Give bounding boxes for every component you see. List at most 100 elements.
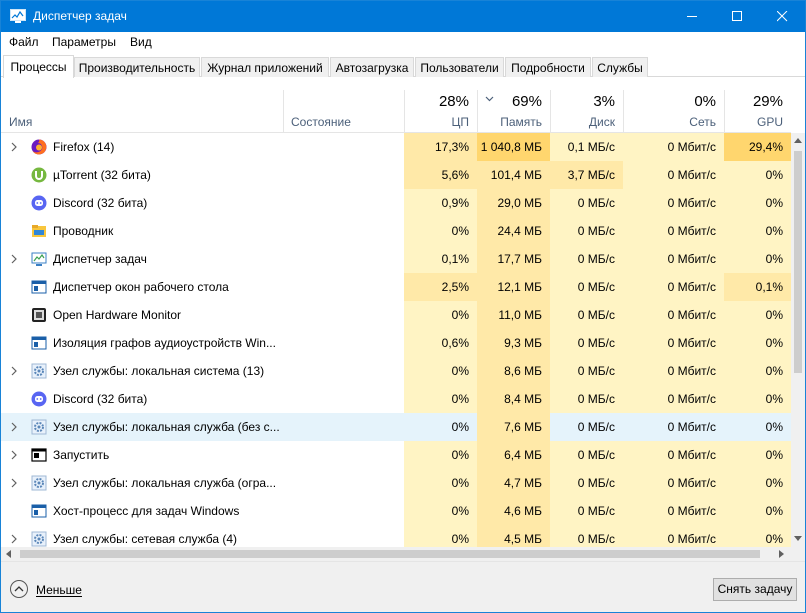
fewer-details-link[interactable]: Меньше [36,583,82,597]
task-manager-app-icon [10,9,26,23]
title-bar[interactable]: Диспетчер задач [1,1,805,32]
mem-value: 11,0 МБ [477,301,550,329]
gpu-value: 0% [724,245,791,273]
maximize-icon [732,11,742,21]
tab-startup[interactable]: Автозагрузка [330,57,414,77]
process-row[interactable]: Проводник 0% 24,4 МБ 0 МБ/с 0 Мбит/с 0% [1,217,791,245]
minimize-button[interactable] [670,1,715,32]
minimize-icon [687,16,697,17]
cpu-value: 2,5% [404,273,477,301]
mem-value: 4,5 МБ [477,525,550,547]
scroll-corner [791,547,805,561]
gpu-value: 29,4% [724,133,791,161]
net-value: 0 Мбит/с [623,161,724,189]
mem-value: 8,4 МБ [477,385,550,413]
expand-chevron-right-icon[interactable] [10,366,18,376]
mem-value: 17,7 МБ [477,245,550,273]
process-row[interactable]: Запустить 0% 6,4 МБ 0 МБ/с 0 Мбит/с 0% [1,441,791,469]
expand-chevron-right-icon[interactable] [10,142,18,152]
column-name[interactable]: Имя [9,115,32,129]
close-icon [777,11,788,22]
close-button[interactable] [760,1,805,32]
horizontal-scrollbar[interactable] [1,547,791,561]
scroll-up-icon[interactable] [794,138,802,144]
process-row[interactable]: Discord (32 бита) 0% 8,4 МБ 0 МБ/с 0 Мбит/с 0… [1,385,791,413]
end-task-button[interactable]: Снять задачу [713,578,797,601]
dwm-icon [31,279,47,295]
run-icon [31,447,47,463]
memory-total: 69% [511,93,542,110]
process-row[interactable]: Discord (32 бита) 0,9% 29,0 МБ 0 МБ/с 0 Мбит… [1,189,791,217]
process-name: Узел службы: локальная служба (без с... [53,420,280,434]
maximize-button[interactable] [715,1,760,32]
vertical-scrollbar[interactable] [791,133,805,547]
scroll-right-icon[interactable] [779,550,785,558]
process-row[interactable]: Open Hardware Monitor 0% 11,0 МБ 0 МБ/с 0 Мб… [1,301,791,329]
process-row[interactable]: Изоляция графов аудиоустройств Win... 0,6… [1,329,791,357]
expand-chevron-right-icon[interactable] [10,534,18,544]
disk-label: Диск [588,115,615,129]
horizontal-scroll-thumb[interactable] [20,550,760,558]
process-name: Узел службы: локальная система (13) [53,364,265,378]
gpu-value: 0% [724,357,791,385]
expand-chevron-right-icon[interactable] [10,422,18,432]
process-row[interactable]: Узел службы: локальная служба (огра... 0%… [1,469,791,497]
process-row[interactable]: Диспетчер окон рабочего стола 2,5% 12,1 МБ… [1,273,791,301]
mem-value: 4,6 МБ [477,497,550,525]
column-state-cell[interactable]: Состояние [283,90,404,133]
mem-value: 6,4 МБ [477,441,550,469]
net-value: 0 Мбит/с [623,301,724,329]
tab-app-history[interactable]: Журнал приложений [201,57,329,77]
tab-performance[interactable]: Производительность [74,57,200,77]
cpu-value: 5,6% [404,161,477,189]
task-manager-window: Диспетчер задач Файл Параметры Вид Проце… [0,0,806,613]
net-value: 0 Мбит/с [623,329,724,357]
disk-value: 0 МБ/с [550,525,623,547]
tab-details[interactable]: Подробности [505,57,591,77]
column-gpu[interactable]: 29% GPU [724,90,791,133]
process-name: Discord (32 бита) [53,196,148,210]
collapse-chevron-up-icon[interactable] [10,580,28,598]
scroll-down-icon[interactable] [794,536,802,542]
process-row[interactable]: Хост-процесс для задач Windows 0% 4,6 МБ 0 … [1,497,791,525]
scroll-left-icon[interactable] [6,550,12,558]
column-network[interactable]: 0% Сеть [623,90,724,133]
cpu-value: 0% [404,497,477,525]
footer-bar: Меньше Снять задачу [1,561,805,612]
mem-value: 8,6 МБ [477,357,550,385]
tab-users[interactable]: Пользователи [415,57,504,77]
service-gear-icon [31,531,47,547]
menu-bar: Файл Параметры Вид [1,32,805,52]
net-value: 0 Мбит/с [623,469,724,497]
menu-view[interactable]: Вид [130,35,152,49]
process-row[interactable]: Диспетчер задач 0,1% 17,7 МБ 0 МБ/с 0 Мбит/с… [1,245,791,273]
process-row[interactable]: Узел службы: сетевая служба (4) 0% 4,5 МБ 0… [1,525,791,547]
process-name: µTorrent (32 бита) [53,168,151,182]
column-memory[interactable]: 69% Память [477,90,550,133]
process-row[interactable]: Firefox (14) 17,3% 1 040,8 МБ 0,1 МБ/с 0 Мби… [1,133,791,161]
vertical-scroll-thumb[interactable] [794,151,802,373]
net-value: 0 Мбит/с [623,497,724,525]
menu-params[interactable]: Параметры [52,35,116,49]
net-value: 0 Мбит/с [623,273,724,301]
process-row[interactable]: Узел службы: локальная служба (без с... 0… [1,413,791,441]
menu-file[interactable]: Файл [9,35,39,49]
gpu-value: 0% [724,301,791,329]
tab-services[interactable]: Службы [592,57,648,77]
column-disk[interactable]: 3% Диск [550,90,623,133]
disk-total: 3% [593,93,615,110]
cpu-total: 28% [438,93,469,110]
tab-processes[interactable]: Процессы [3,55,74,78]
cpu-value: 0% [404,357,477,385]
column-cpu[interactable]: 28% ЦП [404,90,477,133]
process-row[interactable]: µTorrent (32 бита) 5,6% 101,4 МБ 3,7 МБ/с 0 … [1,161,791,189]
expand-chevron-right-icon[interactable] [10,450,18,460]
discord-icon [31,195,47,211]
expand-chevron-right-icon[interactable] [10,254,18,264]
cpu-value: 0,6% [404,329,477,357]
process-row[interactable]: Узел службы: локальная система (13) 0% 8,6… [1,357,791,385]
net-value: 0 Мбит/с [623,245,724,273]
expand-chevron-right-icon[interactable] [10,478,18,488]
gpu-value: 0% [724,217,791,245]
disk-value: 0 МБ/с [550,329,623,357]
